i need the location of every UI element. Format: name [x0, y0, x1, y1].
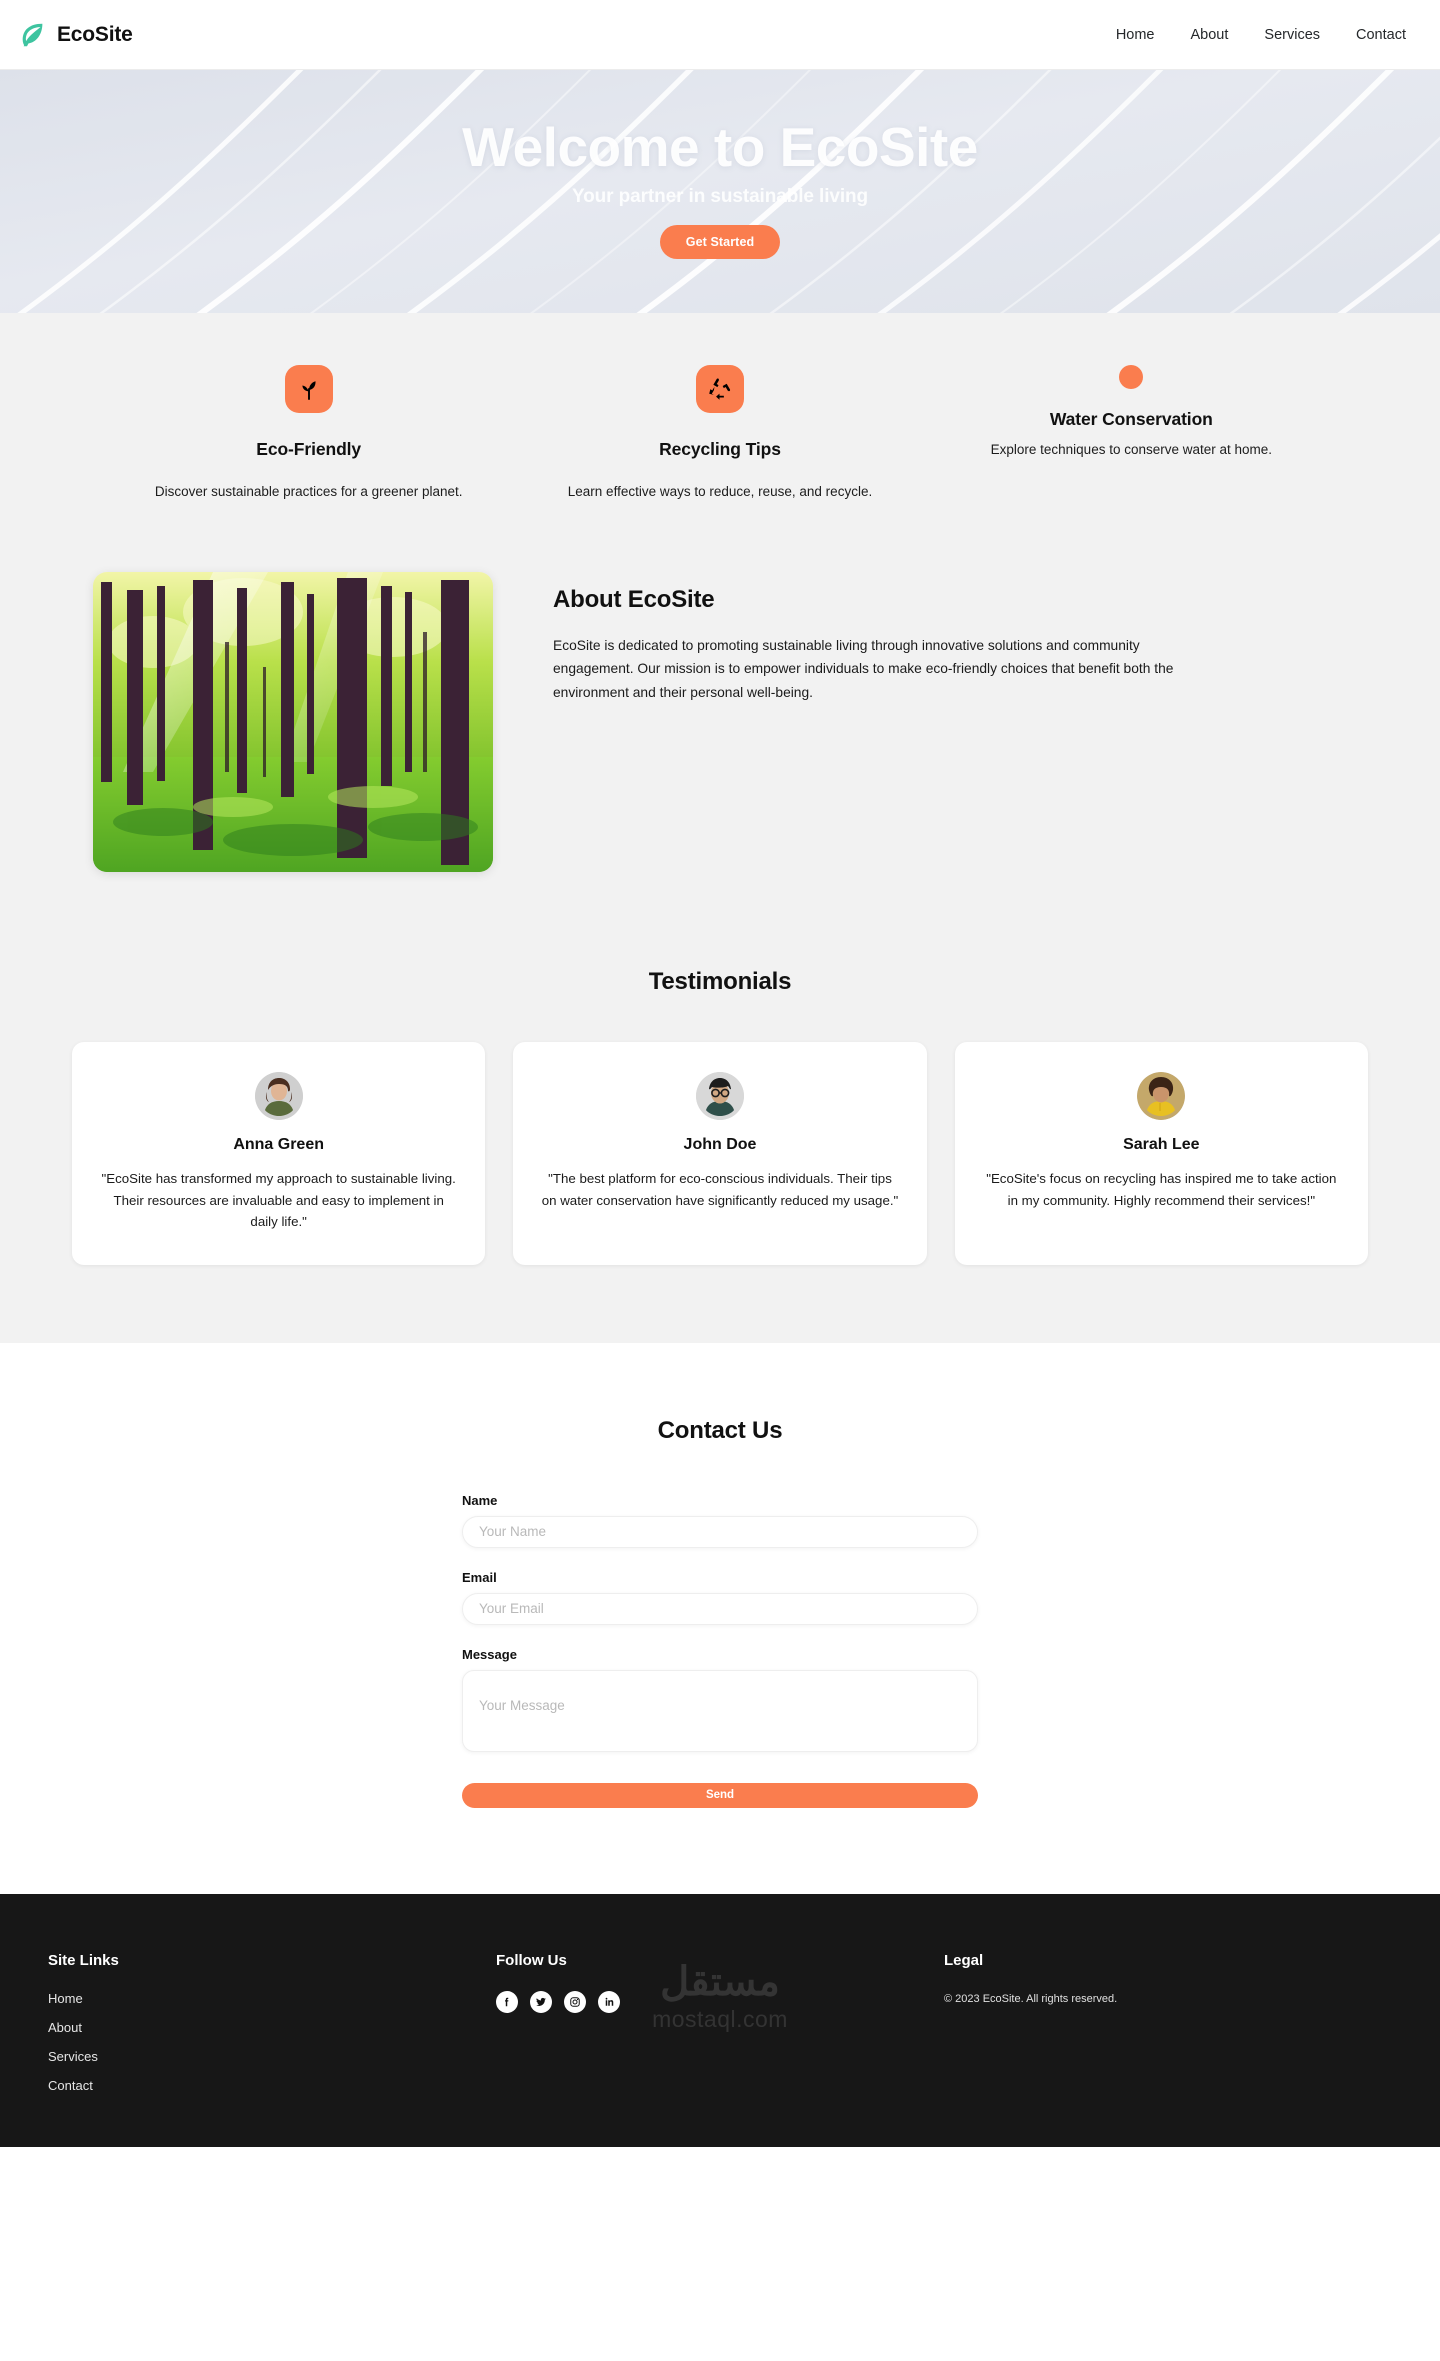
features-grid: Eco-Friendly Discover sustainable practi… [55, 365, 1385, 502]
footer-follow-title: Follow Us [496, 1951, 567, 1969]
feature-description: Explore techniques to conserve water at … [990, 442, 1273, 457]
about-body: EcoSite is dedicated to promoting sustai… [553, 638, 1174, 700]
footer-legal-title: Legal [944, 1951, 984, 1969]
feature-title: Eco-Friendly [256, 439, 362, 459]
hero-section: Welcome to EcoSite Your partner in susta… [0, 70, 1440, 313]
testimonials-title: Testimonials [648, 968, 792, 996]
email-field-group: Email [462, 1570, 978, 1625]
footer-link-contact[interactable]: Contact [48, 2078, 496, 2093]
instagram-icon[interactable] [564, 1990, 586, 2013]
leaf-icon [18, 20, 48, 50]
nav-link-services[interactable]: Services [1264, 27, 1320, 43]
about-title: About EcoSite [553, 586, 715, 614]
avatar [254, 1072, 303, 1121]
name-input[interactable] [462, 1515, 978, 1548]
brand-name: EcoSite [57, 22, 133, 46]
hero-title: Welcome to EcoSite [462, 116, 978, 179]
footer-link-services[interactable]: Services [48, 2049, 496, 2064]
footer-link-home[interactable]: Home [48, 1991, 496, 2006]
feature-card-eco-friendly: Eco-Friendly Discover sustainable practi… [103, 365, 514, 502]
avatar [1137, 1072, 1186, 1121]
footer-column-follow-us: Follow Us [496, 1952, 944, 2107]
testimonial-name: Sarah Lee [1123, 1136, 1200, 1154]
copyright-text: © 2023 EcoSite. All rights reserved. [944, 1992, 1118, 2005]
testimonial-quote: "The best platform for eco-conscious ind… [541, 1171, 899, 1208]
feature-card-water-conservation: Water Conservation Explore techniques to… [926, 365, 1337, 502]
email-label: Email [462, 1569, 497, 1585]
seedling-icon [284, 365, 333, 413]
nav-link-home[interactable]: Home [1116, 27, 1155, 43]
about-section: About EcoSite EcoSite is dedicated to pr… [0, 572, 1440, 969]
testimonial-name: Anna Green [233, 1136, 324, 1154]
feature-title: Water Conservation [1049, 409, 1213, 429]
message-textarea[interactable] [462, 1669, 978, 1752]
top-navigation-bar: EcoSite Home About Services Contact [0, 0, 1440, 70]
hero-subtitle: Your partner in sustainable living [571, 185, 869, 207]
footer-column-site-links: Site Links Home About Services Contact [48, 1952, 496, 2107]
features-section: Eco-Friendly Discover sustainable practi… [0, 313, 1440, 573]
footer-column-legal: Legal © 2023 EcoSite. All rights reserve… [944, 1952, 1392, 2107]
testimonial-card: John Doe "The best platform for eco-cons… [513, 1042, 927, 1265]
nav-link-about[interactable]: About [1191, 27, 1229, 43]
message-field-group: Message [462, 1647, 978, 1757]
feature-description: Learn effective ways to reduce, reuse, a… [567, 484, 873, 499]
testimonial-quote: "EcoSite has transformed my approach to … [101, 1171, 456, 1230]
facebook-icon[interactable] [496, 1990, 518, 2013]
social-links [496, 1990, 944, 2013]
contact-section: Contact Us Name Email Message Send [0, 1342, 1440, 1894]
testimonial-card: Anna Green "EcoSite has transformed my a… [72, 1042, 486, 1265]
email-input[interactable] [462, 1592, 978, 1625]
contact-title: Contact Us [657, 1416, 783, 1444]
testimonial-card: Sarah Lee "EcoSite's focus on recycling … [954, 1042, 1368, 1265]
footer-link-about[interactable]: About [48, 2020, 496, 2035]
twitter-icon[interactable] [530, 1990, 552, 2013]
name-label: Name [462, 1492, 498, 1508]
about-forest-image [93, 572, 493, 873]
linkedin-icon[interactable] [598, 1990, 620, 2013]
get-started-button[interactable]: Get Started [659, 224, 781, 259]
nav-link-contact[interactable]: Contact [1356, 27, 1406, 43]
water-drop-icon [1119, 365, 1144, 389]
primary-nav: Home About Services Contact [1116, 27, 1406, 43]
feature-description: Discover sustainable practices for a gre… [154, 484, 463, 499]
footer-site-links-title: Site Links [48, 1951, 119, 1969]
message-label: Message [462, 1646, 517, 1662]
feature-title: Recycling Tips [659, 439, 781, 459]
name-field-group: Name [462, 1493, 978, 1548]
testimonials-grid: Anna Green "EcoSite has transformed my a… [24, 1042, 1416, 1265]
send-button[interactable]: Send [462, 1782, 978, 1808]
testimonials-section: Testimonials Anna Green "EcoSite has tra… [0, 968, 1440, 1343]
site-footer: مستقل mostaql.com Site Links Home About … [0, 1893, 1440, 2147]
brand-logo[interactable]: EcoSite [18, 20, 133, 50]
recycle-icon [695, 365, 744, 413]
feature-card-recycling-tips: Recycling Tips Learn effective ways to r… [514, 365, 925, 502]
testimonial-quote: "EcoSite's focus on recycling has inspir… [986, 1171, 1337, 1208]
avatar [695, 1072, 744, 1121]
contact-form: Name Email Message Send [462, 1493, 978, 1808]
testimonial-name: John Doe [683, 1136, 757, 1154]
